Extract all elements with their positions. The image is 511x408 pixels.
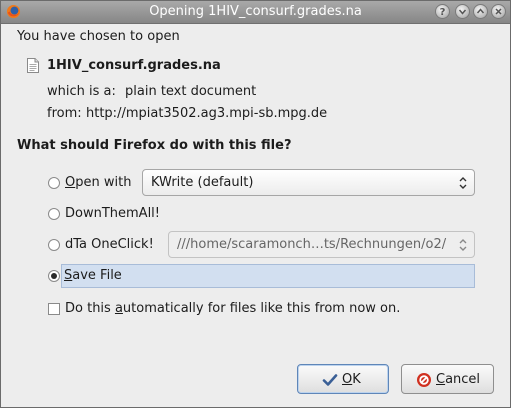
select-arrows-icon (459, 239, 467, 251)
minimize-button[interactable] (455, 4, 470, 19)
auto-label-before: Do this (65, 301, 115, 316)
help-button[interactable]: ? (435, 4, 450, 19)
source-label: from: (47, 106, 82, 121)
svg-text:?: ? (440, 7, 446, 18)
save-file-label: Save File (64, 268, 122, 283)
auto-label-mnemonic: a (114, 301, 123, 316)
open-with-radio[interactable] (48, 177, 60, 189)
select-arrows-icon (459, 177, 467, 189)
cancel-icon (417, 373, 431, 387)
chosen-text: You have chosen to open (17, 29, 180, 44)
ok-label-rest: K (352, 372, 361, 387)
open-with-app-value: KWrite (default) (151, 175, 254, 190)
save-file-option[interactable]: Save File (61, 264, 475, 288)
text-file-icon (27, 58, 39, 73)
auto-label-after: utomatically for files like this from no… (122, 301, 401, 316)
help-icon: ? (440, 7, 446, 18)
minimize-icon (458, 9, 467, 15)
title-bar[interactable]: Opening 1HIV_consurf.grades.na ? (1, 1, 510, 24)
maximize-button[interactable] (473, 4, 488, 19)
ok-label: OK (342, 372, 361, 387)
open-with-mnemonic: O (65, 175, 76, 190)
window-title: Opening 1HIV_consurf.grades.na (149, 4, 362, 19)
auto-label[interactable]: Do this automatically for files like thi… (65, 301, 400, 316)
maximize-icon (476, 8, 485, 14)
dta-path-select[interactable]: ///home/scaramonch…ts/Rechnungen/o2/ (168, 231, 475, 258)
open-with-label-rest: pen with (75, 175, 132, 190)
dta-oneclick-radio[interactable] (48, 239, 60, 251)
cancel-label: Cancel (436, 372, 480, 387)
open-with-label[interactable]: Open with (65, 175, 131, 190)
dta-oneclick-label[interactable]: dTa OneClick! (65, 237, 154, 252)
ok-mnemonic: O (342, 372, 353, 387)
open-with-app-select[interactable]: KWrite (default) (142, 169, 475, 196)
cancel-label-rest: ancel (445, 372, 481, 387)
dialog-window: Opening 1HIV_consurf.grades.na ? You hav… (0, 0, 511, 408)
save-file-label-rest: ave File (72, 268, 122, 283)
close-icon (495, 8, 502, 15)
file-type-value: plain text document (125, 84, 257, 99)
save-file-radio[interactable] (48, 270, 60, 282)
checkmark-icon (322, 374, 338, 386)
file-name: 1HIV_consurf.grades.na (47, 58, 221, 73)
source-value: http://mpiat3502.ag3.mpi-sb.mpg.de (86, 106, 328, 121)
close-button[interactable] (491, 4, 506, 19)
file-type-label: which is a: (47, 84, 116, 99)
question-heading: What should Firefox do with this file? (17, 138, 292, 153)
cancel-button[interactable]: Cancel (401, 364, 494, 394)
ok-button[interactable]: OK (297, 364, 389, 394)
auto-checkbox[interactable] (48, 303, 60, 315)
cancel-mnemonic: C (436, 372, 446, 387)
downthemall-radio[interactable] (48, 208, 60, 220)
dta-path-value: ///home/scaramonch…ts/Rechnungen/o2/ (177, 237, 447, 252)
downthemall-label[interactable]: DownThemAll! (65, 206, 160, 221)
